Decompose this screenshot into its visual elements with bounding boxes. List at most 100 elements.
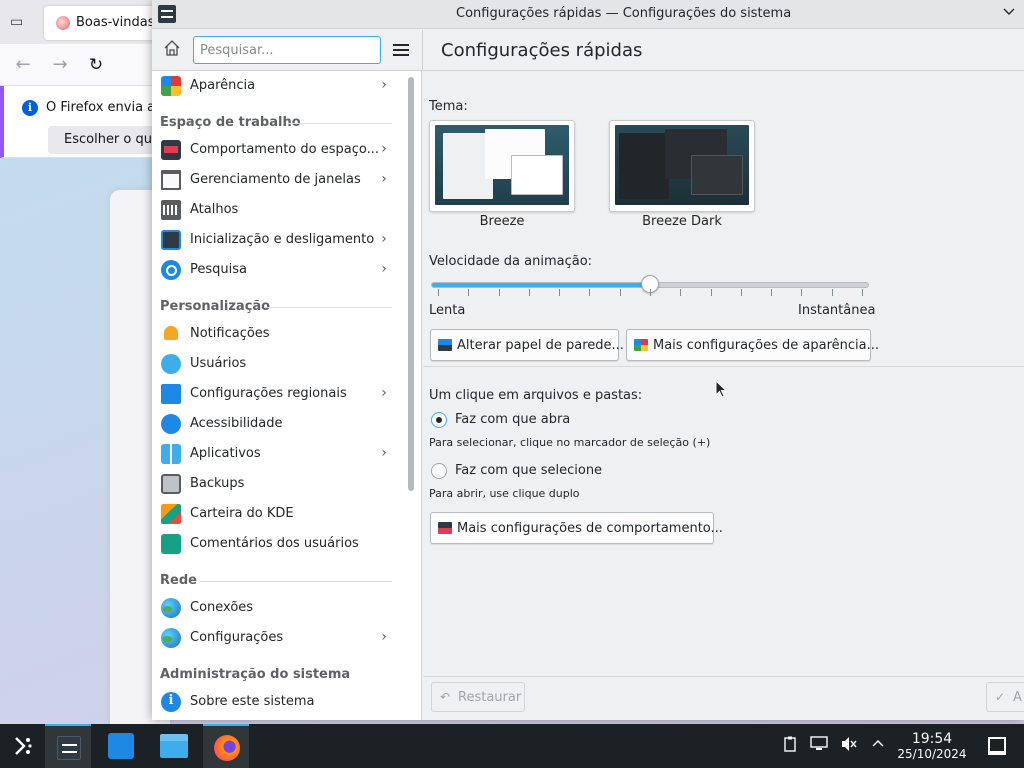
sidebar-item-regional[interactable]: Configurações regionais ›	[152, 379, 406, 409]
workspace-behavior-icon	[161, 140, 181, 160]
sidebar-item-users[interactable]: Usuários	[152, 349, 406, 379]
kde-launcher-icon	[15, 737, 32, 755]
folder-icon	[160, 734, 188, 758]
show-desktop-icon[interactable]	[988, 737, 1006, 755]
sidebar-item-label: Sobre este sistema	[190, 694, 315, 709]
radio-label[interactable]: Faz com que abra	[455, 412, 570, 427]
slider-fill	[432, 283, 650, 287]
radio-select[interactable]	[431, 463, 447, 479]
sidebar-item-accessibility[interactable]: Acessibilidade	[152, 409, 406, 439]
system-settings-icon[interactable]	[158, 5, 176, 23]
button-label: A	[1013, 690, 1022, 705]
search-icon	[161, 260, 181, 280]
sidebar-item-label: Notificações	[190, 326, 270, 341]
undo-icon: ↶	[440, 690, 451, 704]
sidebar-item-network-settings[interactable]: Configurações ›	[152, 623, 406, 653]
sidebar-item-about-system[interactable]: Sobre este sistema	[152, 687, 406, 717]
choose-data-button[interactable]: Escolher o que	[48, 126, 168, 154]
clock-time[interactable]: 19:54	[896, 731, 968, 747]
application-launcher-button[interactable]	[0, 724, 46, 768]
accessibility-icon	[161, 414, 181, 434]
theme-card-breeze-dark[interactable]	[609, 120, 755, 212]
sidebar-item-startup[interactable]: Inicialização e desligamento ›	[152, 225, 406, 255]
chevron-right-icon: ›	[381, 171, 387, 187]
taskbar-dolphin[interactable]	[151, 724, 197, 768]
category-title: Administração do sistema	[160, 667, 351, 682]
more-behavior-settings-button[interactable]: Mais configurações de comportamento...	[430, 512, 723, 544]
forward-arrow-icon[interactable]: →	[50, 55, 70, 75]
apply-button[interactable]: ✓ A	[986, 682, 1024, 712]
button-label: Restaurar	[458, 690, 522, 705]
sidebar-item-notifications[interactable]: Notificações	[152, 319, 406, 349]
category-title: Rede	[160, 573, 197, 588]
chevron-up-icon[interactable]	[869, 736, 887, 754]
sidebar-item-workspace-behavior[interactable]: Comportamento do espaço... ›	[152, 135, 406, 165]
sidebar-item-label: Aparência	[190, 78, 256, 93]
home-icon[interactable]	[160, 39, 184, 63]
sidebar-item-shortcuts[interactable]: Atalhos	[152, 195, 406, 225]
chevron-right-icon: ›	[381, 231, 387, 247]
bell-icon	[161, 324, 181, 344]
sidebar-item-label: Pesquisa	[190, 262, 247, 277]
sidebar-item-kde-wallet[interactable]: Carteira do KDE	[152, 499, 406, 529]
firefox-tab[interactable]: Boas-vindas	[44, 6, 164, 40]
more-appearance-settings-button[interactable]: Mais configurações de aparência...	[626, 329, 879, 361]
theme-name: Breeze Dark	[642, 214, 722, 229]
clipboard-icon[interactable]	[781, 736, 799, 754]
radio-hint: Para abrir, use clique duplo	[429, 487, 580, 500]
taskbar-firefox[interactable]	[203, 724, 249, 768]
sidebar-item-applications[interactable]: Aplicativos ›	[152, 439, 406, 469]
shortcuts-icon	[161, 200, 181, 220]
slider-tick	[710, 289, 712, 296]
network-icon[interactable]	[810, 736, 828, 754]
category-divider	[200, 581, 392, 582]
category-divider	[264, 307, 392, 308]
clock-date[interactable]: 25/10/2024	[896, 747, 968, 761]
sidebar-item-window-management[interactable]: Gerenciamento de janelas ›	[152, 165, 406, 195]
change-wallpaper-button[interactable]: Alterar papel de parede...	[430, 329, 624, 361]
users-icon	[161, 354, 181, 374]
reset-button[interactable]: ↶ Restaurar	[431, 682, 525, 712]
chevron-right-icon: ›	[381, 141, 387, 157]
chevron-down-icon[interactable]	[1000, 5, 1018, 23]
sidebar-item-search[interactable]: Pesquisa ›	[152, 255, 406, 285]
slider-tick	[801, 289, 803, 296]
applications-icon	[161, 444, 181, 464]
taskbar-discover[interactable]	[98, 724, 144, 768]
startup-shutdown-icon	[161, 230, 181, 250]
list-all-tabs-icon[interactable]: ▭	[10, 14, 26, 30]
reload-icon[interactable]: ↻	[86, 55, 106, 75]
slider-tick	[771, 289, 773, 296]
firefox-icon	[214, 735, 240, 761]
slider-tick	[650, 289, 651, 296]
volume-muted-icon[interactable]	[840, 736, 858, 754]
search-input[interactable]	[193, 36, 381, 64]
page-header: Configurações rápidas	[423, 30, 1024, 71]
title-bar[interactable]: Configurações rápidas — Configurações do…	[152, 0, 1024, 29]
chevron-right-icon: ›	[381, 261, 387, 277]
backups-icon	[161, 474, 181, 494]
sidebar-scrollbar[interactable]	[408, 77, 414, 491]
thumb-window	[511, 155, 563, 195]
theme-card-breeze[interactable]	[429, 120, 575, 212]
taskbar-system-settings[interactable]	[45, 724, 91, 768]
radio-label[interactable]: Faz com que selecione	[455, 463, 602, 478]
workspace-behavior-icon	[438, 522, 452, 534]
slider-tick	[438, 289, 439, 296]
firefox-tab-bar: ▭ Boas-vindas	[0, 0, 164, 44]
sidebar-item-label: Carteira do KDE	[190, 506, 294, 521]
sidebar-item-backups[interactable]: Backups	[152, 469, 406, 499]
theme-label: Tema:	[429, 99, 468, 114]
radio-open[interactable]	[431, 412, 447, 428]
hamburger-menu-icon[interactable]	[390, 39, 412, 61]
window-management-icon	[161, 170, 181, 190]
slider-tick	[619, 289, 621, 296]
choose-data-button-label: Escolher o que	[64, 132, 160, 147]
sidebar-item-connections[interactable]: Conexões	[152, 593, 406, 623]
slider-tick	[498, 289, 500, 296]
discover-icon	[108, 733, 134, 759]
sidebar-item-aparencia[interactable]: Aparência ›	[152, 71, 406, 101]
back-arrow-icon[interactable]: ←	[13, 55, 33, 75]
sidebar-item-user-feedback[interactable]: Comentários dos usuários	[152, 529, 406, 559]
sidebar: Aparência › Espaço de trabalho Comportam…	[152, 71, 422, 720]
